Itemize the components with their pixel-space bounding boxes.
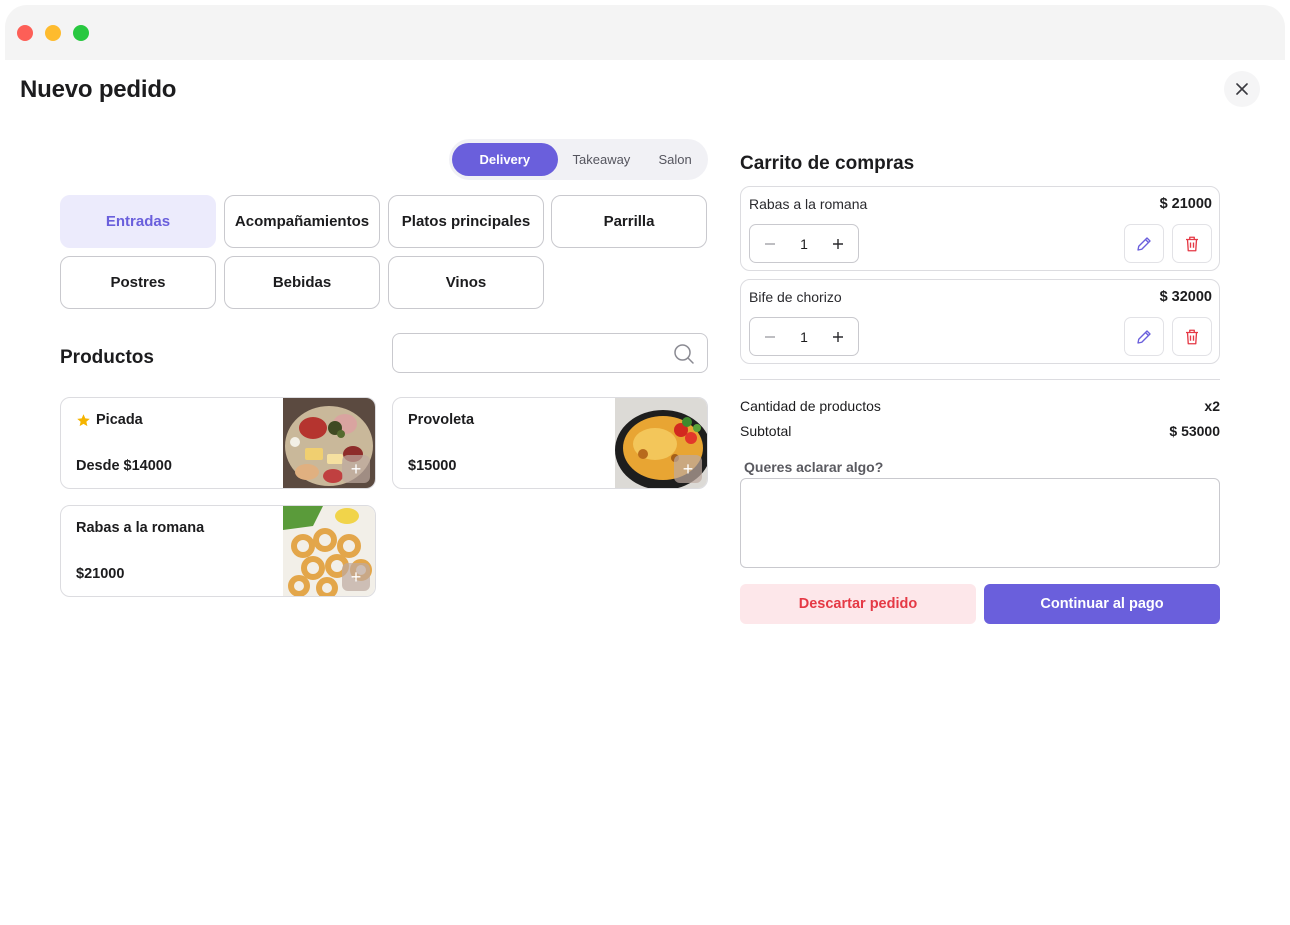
plus-icon (832, 331, 843, 342)
note-label: Queres aclarar algo? (744, 459, 884, 475)
summary-count-value: x2 (1204, 398, 1220, 414)
summary-count-row: Cantidad de productos x2 (740, 398, 1220, 414)
quantity-value: 1 (800, 235, 808, 252)
summary-count-label: Cantidad de productos (740, 398, 881, 414)
search-input[interactable] (393, 334, 707, 372)
product-price: Desde $14000 (76, 458, 172, 474)
product-name: Provoleta (408, 412, 475, 428)
summary-subtotal-row: Subtotal $ 53000 (740, 423, 1220, 439)
category-postres[interactable]: Postres (60, 256, 216, 309)
star-icon (77, 413, 90, 426)
increment-button[interactable] (830, 238, 846, 250)
close-icon (1236, 83, 1248, 95)
plus-icon: + (350, 566, 362, 587)
order-type-takeaway[interactable]: Takeaway (558, 143, 646, 176)
cart-divider (740, 379, 1220, 380)
window-titlebar (5, 5, 1285, 60)
add-provoleta-button[interactable]: + (674, 455, 702, 483)
order-type-selector: Delivery Takeaway Salon (449, 139, 708, 180)
product-price: $21000 (76, 566, 125, 582)
edit-item-button[interactable] (1124, 224, 1164, 263)
product-card-rabas[interactable]: Rabas a la romana $21000 + (60, 505, 376, 597)
product-price: $15000 (408, 458, 457, 474)
product-name-row: Rabas a la romana (76, 520, 204, 536)
delete-item-button[interactable] (1172, 317, 1212, 356)
page-title: Nuevo pedido (20, 76, 177, 103)
trash-icon (1186, 236, 1198, 251)
plus-icon: + (682, 458, 694, 479)
product-card-provoleta[interactable]: Provoleta $15000 + (392, 397, 708, 489)
minus-icon (765, 242, 775, 245)
order-type-salon[interactable]: Salon (645, 143, 705, 176)
cart-item: Rabas a la romana $ 21000 1 (740, 186, 1220, 271)
window-close-dot[interactable] (17, 24, 33, 41)
trash-icon (1186, 329, 1198, 344)
category-bebidas[interactable]: Bebidas (224, 256, 380, 309)
category-vinos[interactable]: Vinos (388, 256, 544, 309)
summary-subtotal-label: Subtotal (740, 423, 792, 439)
window-minimize-dot[interactable] (45, 24, 61, 41)
plus-icon (832, 238, 843, 249)
cart-item-name: Rabas a la romana (749, 196, 868, 212)
product-card-picada[interactable]: Picada Desde $14000 + (60, 397, 376, 489)
delete-item-button[interactable] (1172, 224, 1212, 263)
minus-icon (765, 335, 775, 338)
cart-item-name: Bife de chorizo (749, 289, 842, 305)
cart-item-price: $ 21000 (1159, 196, 1212, 212)
cart-item: Bife de chorizo $ 32000 1 (740, 279, 1220, 364)
edit-item-button[interactable] (1124, 317, 1164, 356)
category-acompanamientos[interactable]: Acompañamientos (224, 195, 380, 248)
order-type-delivery[interactable]: Delivery (452, 143, 558, 176)
window-maximize-dot[interactable] (73, 24, 89, 41)
product-name: Rabas a la romana (76, 520, 205, 536)
continue-payment-button[interactable]: Continuar al pago (984, 584, 1220, 624)
category-platos-principales[interactable]: Platos principales (388, 195, 544, 248)
add-picada-button[interactable]: + (342, 455, 370, 483)
product-name-row: Picada (76, 412, 143, 428)
cart-title: Carrito de compras (740, 153, 915, 174)
category-parrilla[interactable]: Parrilla (551, 195, 707, 248)
product-name: Picada (96, 412, 143, 428)
product-name-row: Provoleta (408, 412, 474, 428)
add-rabas-button[interactable]: + (342, 563, 370, 591)
cart-item-price: $ 32000 (1159, 289, 1212, 305)
search-icon[interactable] (673, 343, 695, 365)
category-entradas[interactable]: Entradas (60, 195, 216, 248)
products-title: Productos (60, 347, 154, 368)
close-button[interactable] (1224, 71, 1260, 107)
note-textarea[interactable] (740, 478, 1220, 568)
discard-order-button[interactable]: Descartar pedido (740, 584, 976, 624)
quantity-value: 1 (800, 328, 808, 345)
pencil-icon (1137, 329, 1151, 344)
product-search (392, 333, 708, 373)
summary-subtotal-value: $ 53000 (1169, 423, 1220, 439)
plus-icon: + (350, 458, 362, 479)
quantity-stepper: 1 (749, 224, 859, 263)
decrement-button[interactable] (762, 238, 778, 250)
decrement-button[interactable] (762, 331, 778, 343)
pencil-icon (1137, 236, 1151, 251)
quantity-stepper: 1 (749, 317, 859, 356)
increment-button[interactable] (830, 331, 846, 343)
